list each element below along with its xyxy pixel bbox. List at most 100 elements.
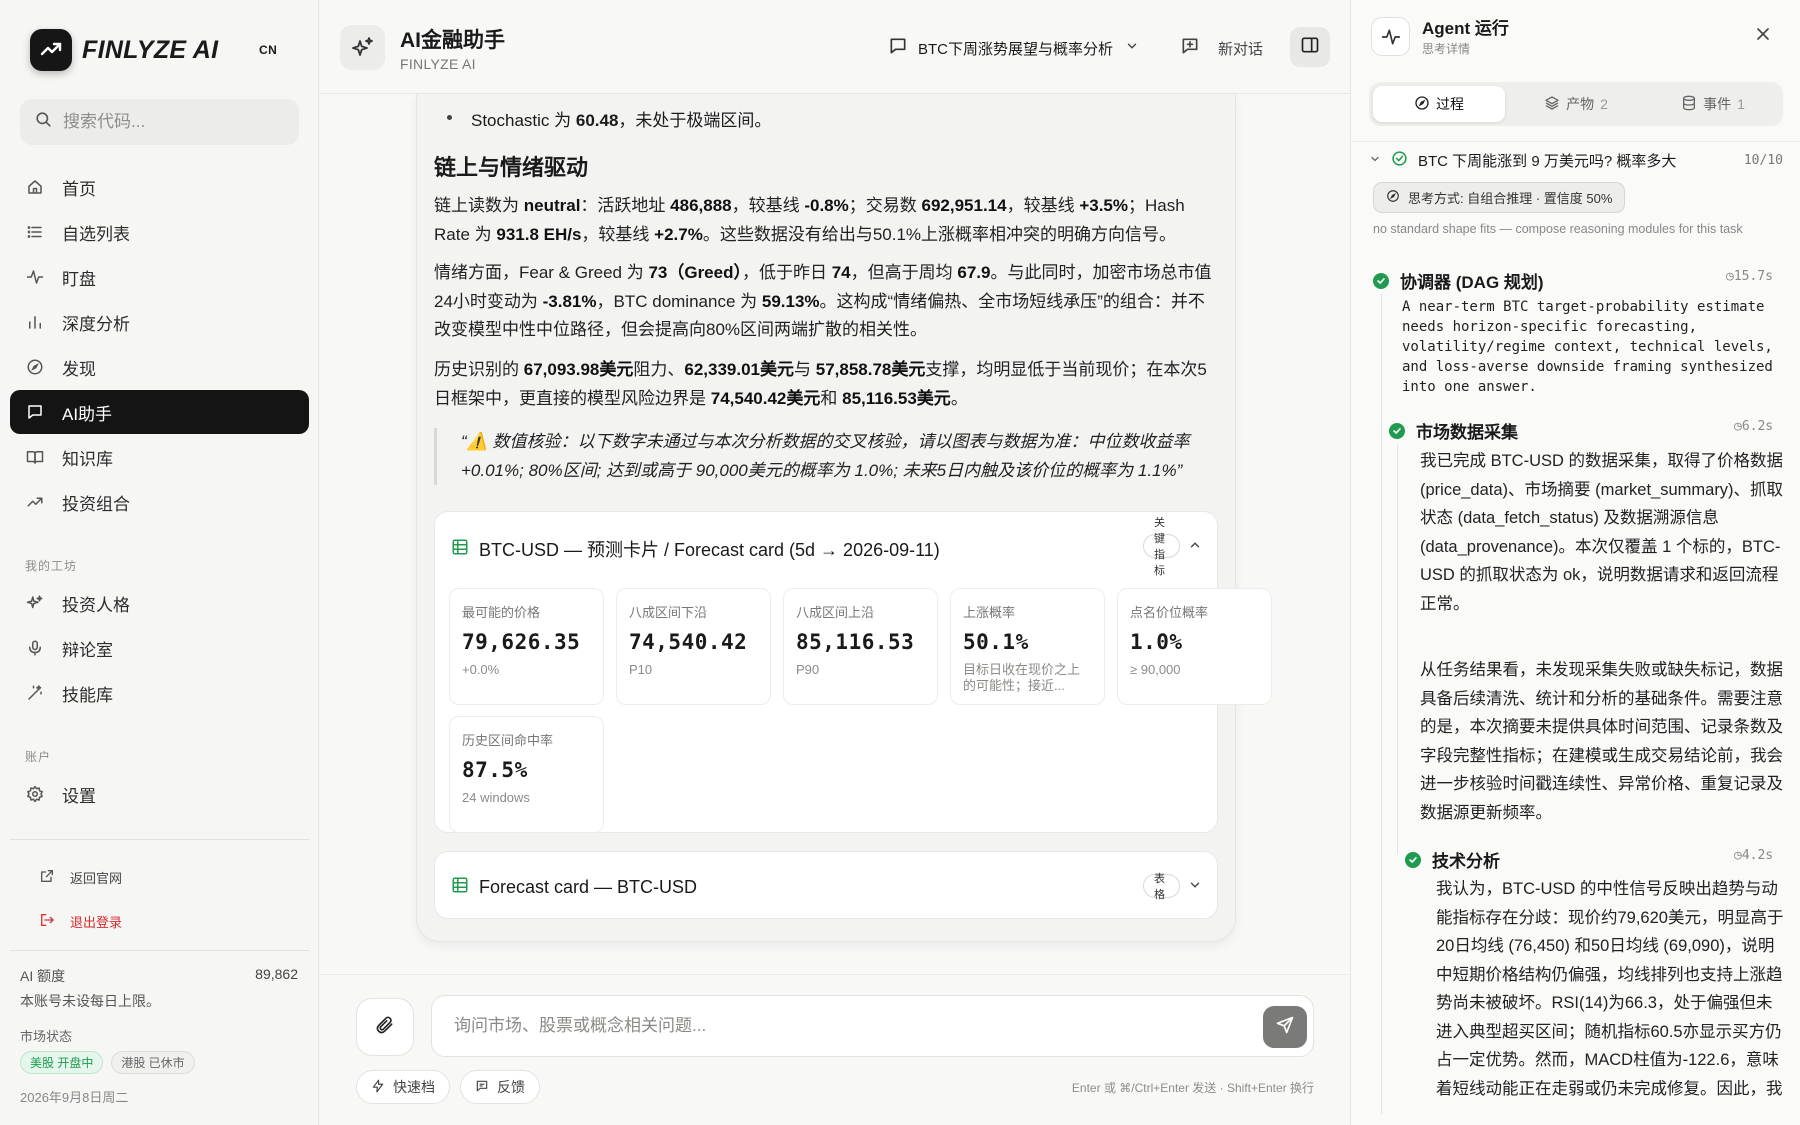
nav-item-skill-library[interactable]: 技能库 <box>10 671 309 715</box>
back-to-site-label: 返回官网 <box>70 871 123 886</box>
assistant-message: Stochastic 为 60.48，未处于极端区间。 链上与情绪驱动 链上读数… <box>416 94 1272 942</box>
quick-mode-chip[interactable]: 快速档 <box>356 1070 450 1104</box>
nav-item-monitor[interactable]: 盯盘 <box>10 255 309 299</box>
conversation-selector[interactable]: BTC下周涨势展望与概率分析 <box>888 36 1139 60</box>
book-icon <box>25 447 45 467</box>
verification-quote: “⚠️ 数值核验：以下数字未通过与本次分析数据的交叉核验，请以图表与数据为准：中… <box>434 428 1214 485</box>
nav-item-portfolio[interactable]: 投资组合 <box>10 480 309 524</box>
step-coordinator[interactable]: 协调器 (DAG 规划) <box>1373 268 1544 293</box>
nav-item-home[interactable]: 首页 <box>10 165 309 209</box>
metric-sub: ≥ 90,000 <box>1130 662 1181 677</box>
metric-sub: P10 <box>629 662 653 677</box>
bullet-text: Stochastic 为 60.48，未处于极端区间。 <box>471 111 772 130</box>
trend-icon <box>25 492 45 512</box>
nav-item-discover[interactable]: 发现 <box>10 345 309 389</box>
list-icon <box>25 222 45 242</box>
attach-button[interactable] <box>356 998 414 1056</box>
account-section-title: 账户 <box>25 750 52 764</box>
compass-icon <box>1414 95 1430 114</box>
agent-panel-title: Agent 运行 <box>1422 19 1509 38</box>
forecast-card-title: BTC-USD — 预测卡片 / Forecast card (5d → 202… <box>479 540 940 560</box>
step-market-data[interactable]: 市场数据采集 <box>1389 418 1518 443</box>
account-nav: 设置 <box>10 772 309 817</box>
nav-item-settings[interactable]: 设置 <box>10 772 309 816</box>
main-nav: 首页 自选列表 盯盘 深度分析 发现 AI助手 知识库 投资组合 <box>10 165 309 525</box>
metric-value: 79,626.35 <box>462 630 581 654</box>
workshop-section-title: 我的工坊 <box>25 559 78 573</box>
thinking-mode-pill: 思考方式: 自组合推理 · 置信度 50% <box>1373 182 1626 213</box>
brand-logo-icon <box>30 29 72 71</box>
keyboard-hint: Enter 或 ⌘/Ctrl+Enter 发送 · Shift+Enter 换行 <box>1071 1081 1314 1095</box>
chevron-down-icon[interactable] <box>1188 878 1202 892</box>
chat-input[interactable] <box>454 1016 1234 1036</box>
panel-toggle-button[interactable] <box>1290 27 1330 67</box>
nav-item-label: AI助手 <box>62 404 113 424</box>
nav-item-label: 投资组合 <box>62 494 130 514</box>
metric-value: 1.0% <box>1130 630 1183 654</box>
compass-icon <box>25 357 45 377</box>
nav-item-knowledge-base[interactable]: 知识库 <box>10 435 309 479</box>
paragraph-sentiment: 情绪方面，Fear & Greed 为 73（Greed），低于昨日 74，但高… <box>434 263 1212 339</box>
close-icon[interactable] <box>1753 24 1773 49</box>
tab-label: 产物 <box>1566 96 1595 112</box>
reasoning-note: no standard shape fits — compose reasoni… <box>1373 222 1743 236</box>
sidebar-divider <box>10 839 309 840</box>
quota-value: 89,862 <box>255 966 298 982</box>
metric-label: 八成区间下沿 <box>629 605 708 620</box>
nav-item-debate-room[interactable]: 辩论室 <box>10 626 309 670</box>
paragraph-levels: 历史识别的 67,093.98美元阻力、62,339.01美元与 57,858.… <box>434 360 1207 408</box>
tab-events[interactable]: 事件 1 <box>1647 86 1779 122</box>
chevron-up-icon[interactable] <box>1188 538 1202 552</box>
metric-card: 上涨概率 50.1% 目标日收在现价之上的可能性；接近... <box>950 588 1105 705</box>
layers-icon <box>1544 95 1560 114</box>
metric-label: 上涨概率 <box>963 605 1016 620</box>
forecast-card-header[interactable]: BTC-USD — 预测卡片 / Forecast card (5d → 202… <box>451 536 940 562</box>
task-progress: 10/10 <box>1743 153 1783 168</box>
metric-card: 最可能的价格 79,626.35 +0.0% <box>449 588 604 705</box>
metric-value: 87.5% <box>462 758 528 782</box>
back-to-site-link[interactable]: 返回官网 <box>39 868 122 887</box>
nav-item-watchlist[interactable]: 自选列表 <box>10 210 309 254</box>
database-icon <box>1681 95 1697 114</box>
step-body: 从任务结果看，未发现采集失败或缺失标记，数据具备后续清洗、统计和分析的基础条件。… <box>1420 661 1783 822</box>
metric-card: 历史区间命中率 87.5% 24 windows <box>449 716 604 833</box>
metric-label: 历史区间命中率 <box>462 733 554 748</box>
task-row[interactable]: BTC 下周能涨到 9 万美元吗? 概率多大 10/10 <box>1369 150 1783 171</box>
new-chat-button[interactable]: 新对话 <box>1180 36 1263 60</box>
forecast-table-header[interactable]: Forecast card — BTC-USD <box>451 876 697 899</box>
language-switch[interactable]: CN <box>259 43 277 57</box>
composer-area: 快速档 反馈 Enter 或 ⌘/Ctrl+Enter 发送 · Shift+E… <box>320 974 1350 1125</box>
chevron-down-icon <box>1369 152 1381 169</box>
search-input[interactable] <box>63 112 283 132</box>
thinking-mode-text: 思考方式: 自组合推理 · 置信度 50% <box>1408 191 1613 206</box>
metric-sub: 24 windows <box>462 790 530 805</box>
bullet-item: Stochastic 为 60.48，未处于极端区间。 <box>447 106 771 131</box>
step-body: A near-term BTC target-probability estim… <box>1402 299 1773 395</box>
brand[interactable]: FINLYZE AI <box>30 29 218 71</box>
feedback-icon <box>475 1079 489 1096</box>
step-body: 我已完成 BTC-USD 的数据采集，取得了价格数据 (price_data)、… <box>1420 452 1784 613</box>
nav-item-investor-persona[interactable]: 投资人格 <box>10 581 309 625</box>
check-circle-icon <box>1391 150 1408 171</box>
chat-input-box[interactable] <box>431 995 1314 1057</box>
search-box[interactable] <box>20 99 299 145</box>
tab-artifacts[interactable]: 产物 2 <box>1510 86 1642 122</box>
step-technical-analysis[interactable]: 技术分析 <box>1405 847 1500 872</box>
check-icon <box>1405 851 1421 868</box>
page-subtitle: FINLYZE AI <box>400 56 476 72</box>
forecast-card: BTC-USD — 预测卡片 / Forecast card (5d → 202… <box>434 511 1272 833</box>
nav-item-label: 盯盘 <box>62 269 96 289</box>
chat-icon <box>888 36 908 60</box>
nav-item-ai-assistant[interactable]: AI助手 <box>10 390 309 434</box>
agent-tabs: 过程 产物 2 事件 1 <box>1369 82 1783 126</box>
logout-button[interactable]: 退出登录 <box>39 912 122 931</box>
feedback-chip[interactable]: 反馈 <box>460 1070 540 1104</box>
nav-item-label: 辩论室 <box>62 640 113 660</box>
quick-mode-label: 快速档 <box>393 1079 435 1095</box>
tab-process[interactable]: 过程 <box>1373 86 1505 122</box>
hk-market-badge: 港股 已休市 <box>111 1051 195 1074</box>
nav-item-deep-analysis[interactable]: 深度分析 <box>10 300 309 344</box>
metric-value: 50.1% <box>963 630 1029 654</box>
section-heading: 链上与情绪驱动 <box>434 155 589 180</box>
send-button[interactable] <box>1263 1006 1307 1048</box>
